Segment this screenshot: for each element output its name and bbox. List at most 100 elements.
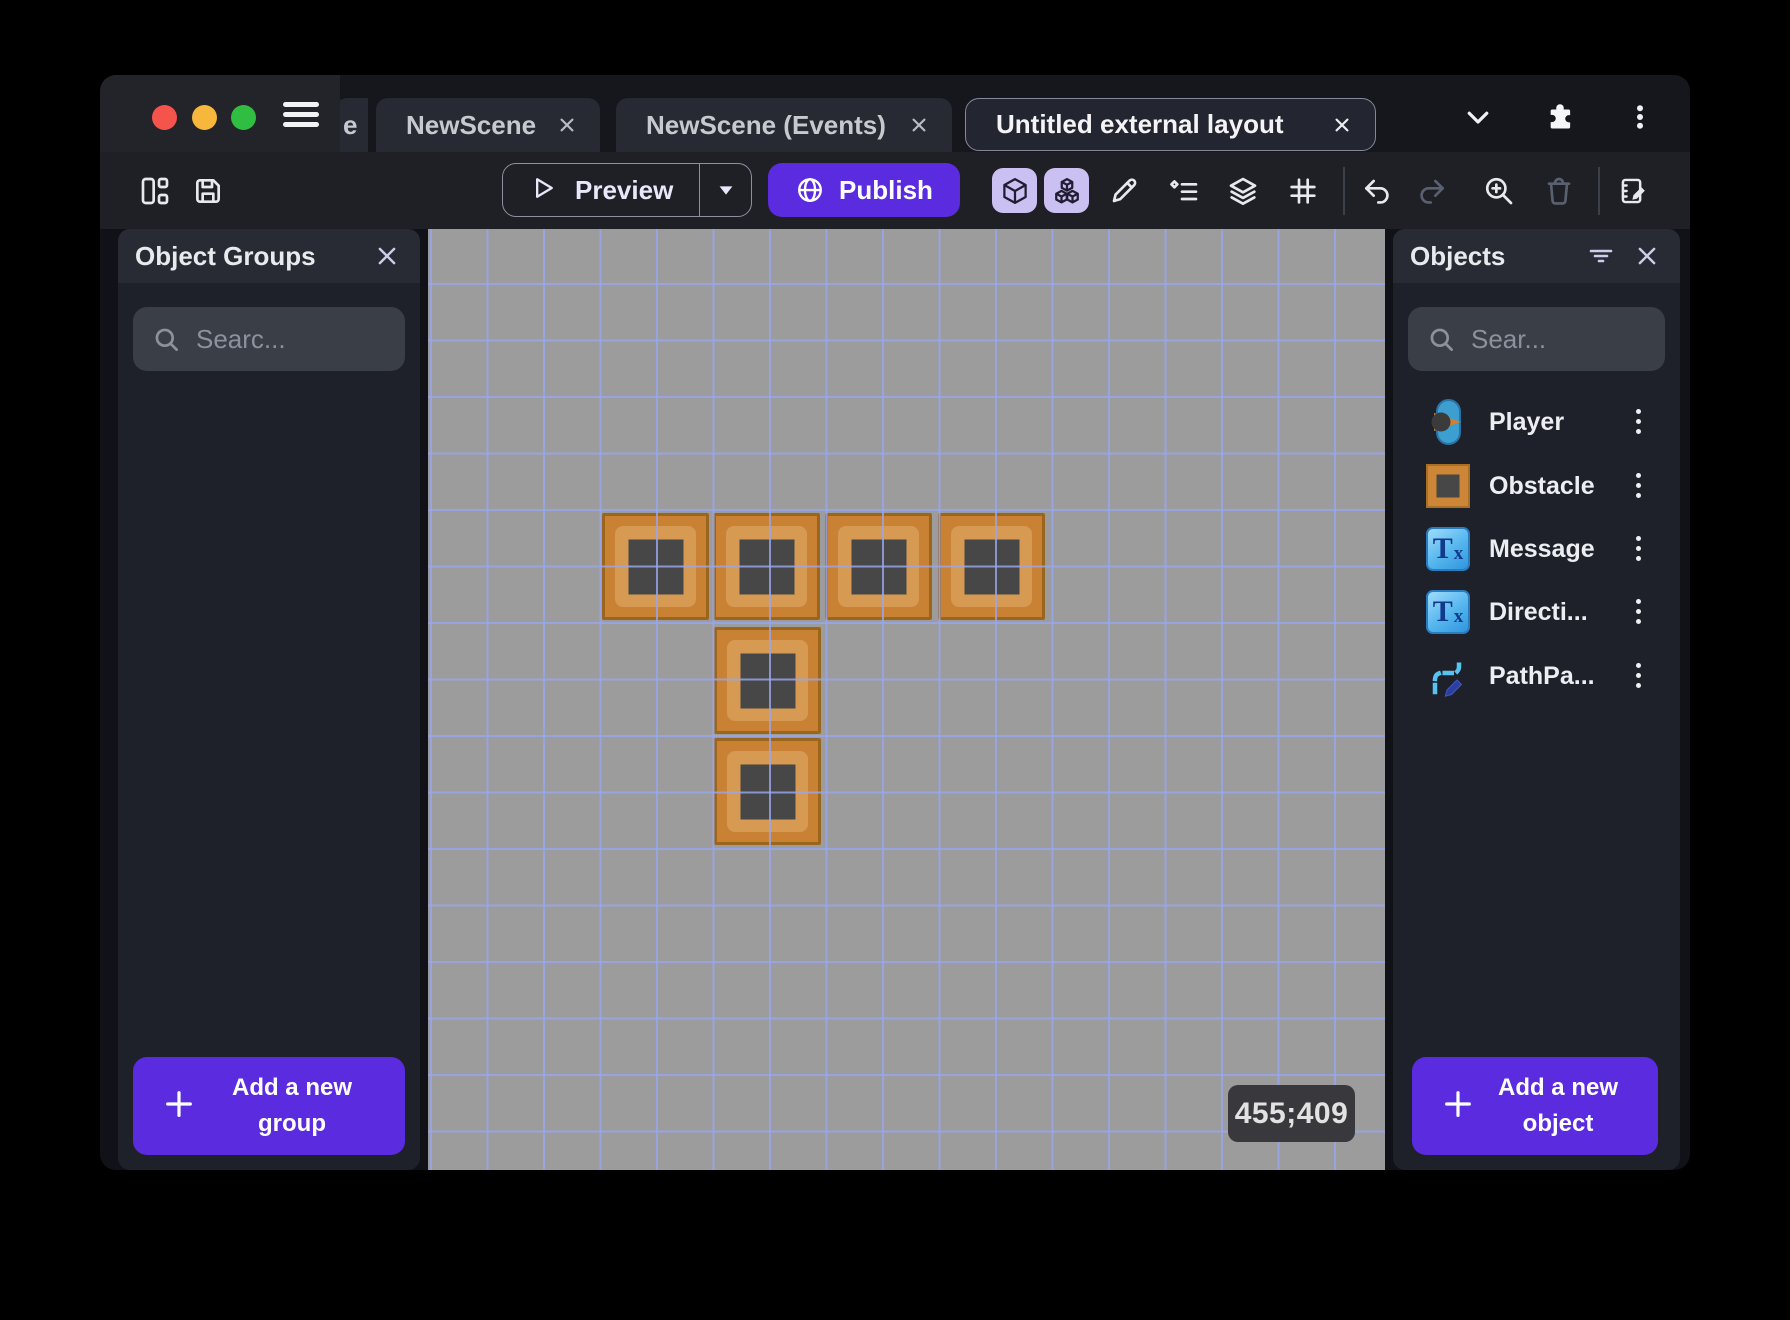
object-name: Message bbox=[1489, 534, 1595, 563]
tab-list-chevron-down-icon[interactable] bbox=[1460, 102, 1496, 132]
objects-search-input[interactable] bbox=[1471, 323, 1651, 355]
object-name: PathPa... bbox=[1489, 661, 1595, 690]
preview-button[interactable]: Preview bbox=[502, 163, 752, 217]
tab-label: NewScene bbox=[406, 109, 537, 140]
obstacle-instance-core bbox=[740, 764, 795, 819]
plus-icon bbox=[1442, 1088, 1474, 1125]
path-draw-icon bbox=[1425, 652, 1471, 700]
toolbar-divider bbox=[1598, 167, 1600, 215]
add-group-button[interactable]: Add a new group bbox=[133, 1057, 405, 1155]
gdevelop-window: e NewScene NewScene (Events) Untitled ex… bbox=[100, 75, 1690, 1170]
objects-panel: Objects Sear... Player Obstacle T x Mess… bbox=[1393, 229, 1680, 1170]
object-row-direction[interactable]: Tx Directi... bbox=[1393, 583, 1680, 641]
minimize-window-button[interactable] bbox=[192, 105, 217, 130]
object-groups-search-input[interactable] bbox=[196, 323, 391, 355]
tab-untitled-external-layout[interactable]: Untitled external layout bbox=[965, 98, 1376, 151]
window-titlebar-zone bbox=[100, 75, 340, 152]
object-groups-search[interactable] bbox=[133, 307, 405, 371]
object-groups-header: Object Groups bbox=[118, 229, 420, 283]
instances-mode-cubes-icon[interactable] bbox=[1044, 168, 1089, 213]
obstacle-block-icon bbox=[1425, 462, 1471, 510]
object-name: Player bbox=[1489, 407, 1565, 436]
save-icon[interactable] bbox=[186, 171, 230, 211]
undo-icon[interactable] bbox=[1355, 171, 1399, 211]
text-object-icon: Tx bbox=[1425, 588, 1471, 636]
instances-list-icon[interactable] bbox=[1162, 171, 1206, 211]
search-icon bbox=[1430, 328, 1453, 351]
obstacle-instance[interactable] bbox=[714, 738, 821, 845]
objects-title: Objects bbox=[1410, 240, 1506, 271]
preview-options-dropdown[interactable] bbox=[699, 164, 751, 216]
grid-toggle-icon[interactable] bbox=[1281, 171, 1325, 211]
close-tab-icon[interactable] bbox=[556, 114, 578, 136]
object-menu-kebab-icon[interactable] bbox=[1630, 471, 1648, 501]
edit-scene-properties-icon[interactable] bbox=[1612, 171, 1656, 211]
obstacle-instance-core bbox=[851, 539, 906, 594]
pencil-edit-icon[interactable] bbox=[1102, 171, 1146, 211]
obstacle-instance[interactable] bbox=[713, 513, 820, 620]
obstacle-instance[interactable] bbox=[825, 513, 932, 620]
object-row-obstacle[interactable]: Obstacle bbox=[1393, 457, 1680, 515]
main-menu-icon[interactable] bbox=[283, 102, 323, 128]
publish-button[interactable]: Publish bbox=[768, 163, 960, 217]
obstacle-instance[interactable] bbox=[938, 513, 1045, 620]
toolbar-divider bbox=[1343, 167, 1345, 215]
tab-label: NewScene (Events) bbox=[646, 109, 886, 140]
obstacle-instance-core bbox=[740, 653, 795, 708]
grid-overlay bbox=[428, 229, 1385, 1170]
globe-icon bbox=[798, 178, 822, 202]
obstacle-instance-core bbox=[964, 539, 1019, 594]
layers-icon[interactable] bbox=[1221, 171, 1265, 211]
object-row-pathpaint[interactable]: PathPa... bbox=[1393, 647, 1680, 705]
close-window-button[interactable] bbox=[152, 105, 177, 130]
object-menu-kebab-icon[interactable] bbox=[1630, 407, 1648, 437]
toggle-panels-layout-icon[interactable] bbox=[133, 171, 177, 211]
zoom-window-button[interactable] bbox=[231, 105, 256, 130]
add-object-button[interactable]: Add a new object bbox=[1412, 1057, 1658, 1155]
screenshot-stage: e NewScene NewScene (Events) Untitled ex… bbox=[0, 0, 1790, 1320]
trash-icon[interactable] bbox=[1537, 171, 1581, 211]
obstacle-instance-core bbox=[739, 539, 794, 594]
edit-object-mode-cube-icon[interactable] bbox=[992, 168, 1037, 213]
window-menu-kebab-icon[interactable] bbox=[1622, 102, 1658, 132]
cursor-coordinates-badge: 455;409 bbox=[1228, 1085, 1355, 1142]
object-groups-panel: Object Groups Add a new group bbox=[118, 229, 420, 1170]
plus-icon bbox=[163, 1088, 195, 1125]
object-groups-title: Object Groups bbox=[135, 240, 316, 271]
objects-header: Objects bbox=[1393, 229, 1680, 283]
object-menu-kebab-icon[interactable] bbox=[1630, 597, 1648, 627]
obstacle-instance[interactable] bbox=[714, 627, 821, 734]
text-object-icon: Tx bbox=[1425, 525, 1471, 573]
obstacle-instance-core bbox=[628, 539, 683, 594]
object-row-player[interactable]: Player bbox=[1393, 393, 1680, 451]
object-name: Obstacle bbox=[1489, 471, 1595, 500]
preview-label: Preview bbox=[575, 174, 674, 205]
play-icon bbox=[529, 174, 557, 207]
add-object-label: Add a new object bbox=[1497, 1074, 1618, 1137]
add-group-label: Add a new group bbox=[231, 1074, 352, 1137]
tab-newscene-events[interactable]: NewScene (Events) bbox=[616, 98, 952, 152]
object-row-message[interactable]: Tx Message bbox=[1393, 520, 1680, 578]
search-icon bbox=[155, 328, 178, 351]
extensions-puzzle-icon[interactable] bbox=[1542, 102, 1578, 132]
close-panel-icon[interactable] bbox=[374, 243, 400, 269]
tab-label: Untitled external layout bbox=[996, 109, 1284, 139]
player-sprite-icon bbox=[1425, 398, 1471, 446]
tab-newscene[interactable]: NewScene bbox=[376, 98, 600, 152]
obstacle-instance[interactable] bbox=[602, 513, 709, 620]
scene-editor-canvas[interactable]: 455;409 bbox=[428, 229, 1385, 1170]
publish-label: Publish bbox=[839, 174, 933, 205]
close-tab-icon[interactable] bbox=[908, 114, 930, 136]
close-tab-icon[interactable] bbox=[1331, 114, 1353, 136]
tab-bar: e NewScene NewScene (Events) Untitled ex… bbox=[100, 75, 1690, 152]
tab-partial-label: e bbox=[343, 109, 358, 140]
filter-icon[interactable] bbox=[1586, 243, 1616, 269]
object-name: Directi... bbox=[1489, 597, 1588, 626]
tab-partial[interactable]: e bbox=[337, 98, 368, 152]
objects-search[interactable] bbox=[1408, 307, 1665, 371]
zoom-in-icon[interactable] bbox=[1477, 171, 1521, 211]
close-panel-icon[interactable] bbox=[1634, 243, 1660, 269]
redo-icon[interactable] bbox=[1410, 171, 1454, 211]
object-menu-kebab-icon[interactable] bbox=[1630, 661, 1648, 691]
object-menu-kebab-icon[interactable] bbox=[1630, 534, 1648, 564]
